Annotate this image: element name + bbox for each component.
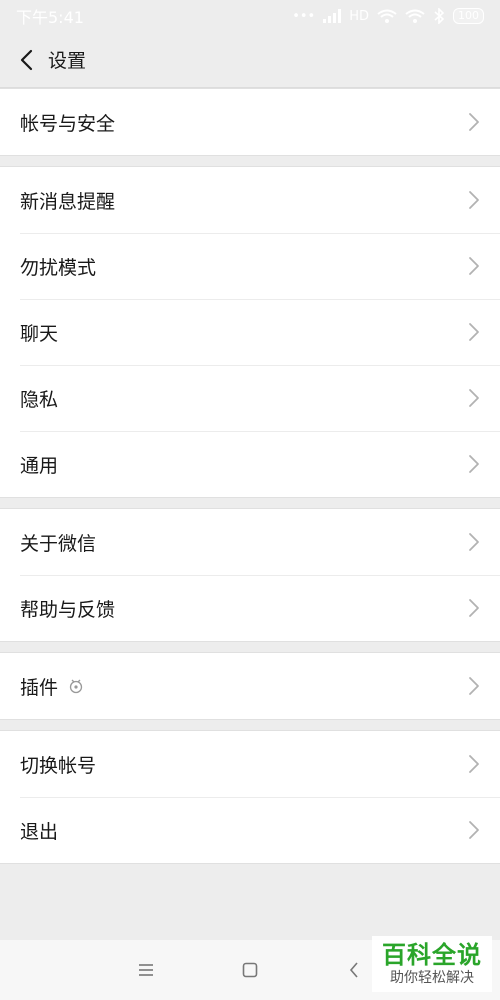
bluetooth-icon — [434, 8, 445, 24]
settings-item-label: 切换帐号 — [20, 754, 97, 777]
network-type: HD — [349, 8, 369, 24]
page-title: 设置 — [48, 50, 87, 72]
chevron-right-icon — [468, 322, 480, 342]
watermark-title: 百科全说 — [382, 941, 482, 969]
group-gap — [0, 498, 500, 508]
wifi-icon — [377, 9, 397, 23]
settings-item-left: 退出 — [20, 817, 58, 844]
settings-item[interactable]: 插件 — [0, 653, 500, 719]
wifi-icon-2 — [405, 9, 425, 23]
settings-item-label: 帐号与安全 — [20, 112, 116, 135]
settings-item[interactable]: 通用 — [0, 431, 500, 497]
dots-icon: ••• — [292, 8, 316, 24]
home-square-icon — [242, 962, 258, 978]
chevron-right-icon — [468, 388, 480, 408]
settings-item-label: 勿扰模式 — [20, 256, 97, 279]
settings-item[interactable]: 帮助与反馈 — [0, 575, 500, 641]
settings-item-left: 关于微信 — [20, 529, 96, 556]
settings-item[interactable]: 聊天 — [0, 299, 500, 365]
nav-back-icon — [349, 962, 358, 978]
settings-group: 新消息提醒勿扰模式聊天隐私通用 — [0, 166, 500, 498]
settings-item[interactable]: 新消息提醒 — [0, 167, 500, 233]
group-gap — [0, 720, 500, 730]
settings-group: 关于微信 帮助与反馈 — [0, 508, 500, 642]
settings-group: 帐号与安全 — [0, 88, 500, 156]
settings-item-left: 插件 — [20, 673, 84, 700]
settings-item-left: 帐号与安全 — [20, 109, 115, 136]
chevron-right-icon — [468, 598, 480, 618]
chevron-right-icon — [468, 112, 480, 132]
settings-item[interactable]: 勿扰模式 — [0, 233, 500, 299]
chevron-right-icon — [468, 190, 480, 210]
settings-list: 帐号与安全新消息提醒勿扰模式聊天隐私通用关于微信帮助与反馈插件切换帐号退出 — [0, 88, 500, 864]
status-time: 下午5:41 — [16, 8, 84, 27]
status-icons: ••• HD 100 — [292, 8, 484, 24]
settings-group: 切换帐号 退出 — [0, 730, 500, 864]
chevron-right-icon — [468, 454, 480, 474]
settings-item-label: 关于微信 — [20, 532, 97, 555]
settings-item-label: 通用 — [20, 454, 59, 477]
battery-indicator: 100 — [453, 8, 484, 24]
settings-item[interactable]: 帐号与安全 — [0, 89, 500, 155]
watermark-subtitle: 助你轻松解决 — [390, 970, 474, 986]
chevron-right-icon — [468, 754, 480, 774]
header: 设置 — [0, 32, 500, 88]
settings-item-left: 帮助与反馈 — [20, 595, 115, 622]
settings-item-label: 聊天 — [20, 322, 59, 345]
chevron-right-icon — [468, 676, 480, 696]
settings-item[interactable]: 退出 — [0, 797, 500, 863]
home-button[interactable] — [238, 958, 262, 982]
settings-item-left: 新消息提醒 — [20, 187, 115, 214]
plugin-icon — [69, 679, 83, 694]
chevron-right-icon — [468, 820, 480, 840]
chevron-right-icon — [468, 532, 480, 552]
settings-item-label: 新消息提醒 — [20, 190, 116, 213]
back-button[interactable] — [12, 40, 40, 80]
settings-item[interactable]: 隐私 — [0, 365, 500, 431]
menu-icon — [139, 964, 153, 976]
settings-item-left: 通用 — [20, 451, 58, 478]
nav-back-button[interactable] — [342, 958, 366, 982]
settings-item-label: 插件 — [20, 676, 59, 699]
watermark-logo: 百科全说 助你轻松解决 — [372, 936, 492, 992]
chevron-right-icon — [468, 256, 480, 276]
settings-item-left: 勿扰模式 — [20, 253, 96, 280]
signal-icon — [323, 9, 342, 23]
settings-item-label: 帮助与反馈 — [20, 598, 116, 621]
settings-item-left: 切换帐号 — [20, 751, 96, 778]
settings-item-label: 隐私 — [20, 388, 59, 411]
settings-item-left: 聊天 — [20, 319, 58, 346]
settings-group: 插件 — [0, 652, 500, 720]
group-gap — [0, 156, 500, 166]
settings-item[interactable]: 关于微信 — [0, 509, 500, 575]
group-gap — [0, 642, 500, 652]
settings-item[interactable]: 切换帐号 — [0, 731, 500, 797]
settings-item-label: 退出 — [20, 820, 59, 843]
settings-item-left: 隐私 — [20, 385, 58, 412]
menu-button[interactable] — [134, 958, 158, 982]
status-bar: 下午5:41 ••• HD 100 — [0, 0, 500, 32]
back-arrow-icon — [20, 49, 33, 70]
